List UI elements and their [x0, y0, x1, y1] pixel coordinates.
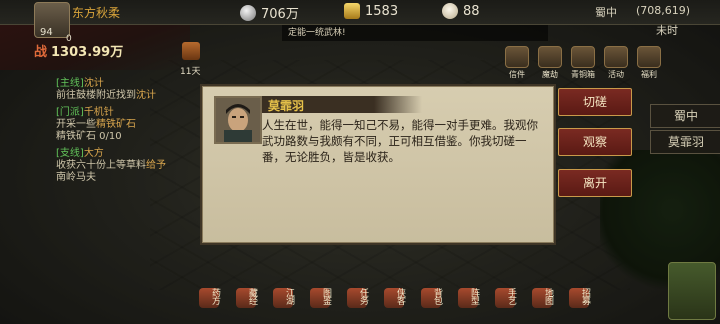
menu-recipes[interactable]: 药方	[195, 284, 226, 320]
menu-jianghu[interactable]: 江湖	[269, 284, 300, 320]
bronze-chest-icon[interactable]: 青铜箱	[571, 46, 595, 79]
power-value: 1303.99万	[51, 45, 124, 60]
region-name: 蜀中	[595, 6, 617, 19]
dialog-text: 人生在世，能得一知己不易，能得一对手更难。我观你武功路数与我颇有不同，正可相互借…	[262, 118, 538, 164]
observe-button[interactable]: 观察	[558, 128, 632, 156]
quest-tracker: [主线]沈计 前往鼓楼附近找到沈计 [门派]千机针 开采一些精铁矿石 精铁矿石 …	[56, 78, 186, 189]
menu-scriptures[interactable]: 藏经	[232, 284, 263, 320]
menu-map[interactable]: 地图	[528, 284, 559, 320]
player-name: 东方秋柔	[72, 6, 121, 20]
side-menu-icons: 信件 魔劫 青铜箱 活动 福利	[505, 46, 661, 79]
speaker-name: 莫霏羽	[268, 99, 305, 113]
right-panel-npc[interactable]: 莫霏羽	[650, 130, 720, 154]
menu-quests[interactable]: 任务	[343, 284, 374, 320]
quest-item[interactable]: [主线]沈计 前往鼓楼附近找到沈计	[56, 78, 186, 102]
menu-backpack[interactable]: 背包	[417, 284, 448, 320]
menu-recruit[interactable]: 招募	[565, 284, 596, 320]
menu-formation[interactable]: 阵型	[454, 284, 485, 320]
silver-value: 706万	[261, 7, 299, 22]
npc-dialog: 莫霏羽 人生在世，能得一知己不易，能得一对手更难。我观你武功路数与我颇有不同，正…	[200, 84, 556, 245]
gold-value: 1583	[365, 3, 399, 19]
resource-bun: 88	[442, 3, 480, 19]
menu-heroes[interactable]: 侠客	[380, 284, 411, 320]
bun-icon	[442, 3, 458, 19]
npc-portrait	[214, 96, 262, 144]
mail-icon[interactable]: 信件	[505, 46, 529, 79]
spar-button[interactable]: 切磋	[558, 88, 632, 116]
quest-item[interactable]: [支线]大方 收获六十份上等草料给予 南岭马夫	[56, 148, 186, 184]
menu-crafting[interactable]: 手艺	[491, 284, 522, 320]
merchant-icon[interactable]	[668, 262, 716, 320]
silver-coin-icon	[240, 4, 256, 21]
leave-button[interactable]: 离开	[558, 169, 632, 197]
event-icon[interactable]: 活动	[604, 46, 628, 79]
player-stat-a: 94	[40, 27, 53, 38]
right-panel-region[interactable]: 蜀中	[650, 104, 720, 128]
quest-item[interactable]: [门派]千机针 开采一些精铁矿石 精铁矿石 0/10	[56, 107, 186, 143]
rewards-icon[interactable]: 福利	[637, 46, 661, 79]
gold-ingot-icon	[344, 3, 360, 19]
bun-value: 88	[463, 3, 480, 19]
bottom-menu: 药方 藏经 江湖 图鉴 任务 侠客 背包 阵型 手艺 地图 招募	[195, 284, 665, 324]
time-of-day: 未时	[656, 24, 678, 37]
calendar-icon[interactable]	[182, 42, 200, 60]
calamity-icon[interactable]: 魔劫	[538, 46, 562, 79]
resource-silver: 706万	[240, 3, 299, 22]
map-coordinates: (708,619)	[636, 4, 691, 17]
day-counter: 11天	[180, 67, 201, 77]
power-label: 战	[34, 45, 48, 60]
resource-gold: 1583	[344, 3, 398, 19]
menu-codex[interactable]: 图鉴	[306, 284, 337, 320]
combat-power: 战 1303.99万	[34, 41, 123, 60]
notice-marquee: 定能一统武林!	[282, 25, 548, 41]
